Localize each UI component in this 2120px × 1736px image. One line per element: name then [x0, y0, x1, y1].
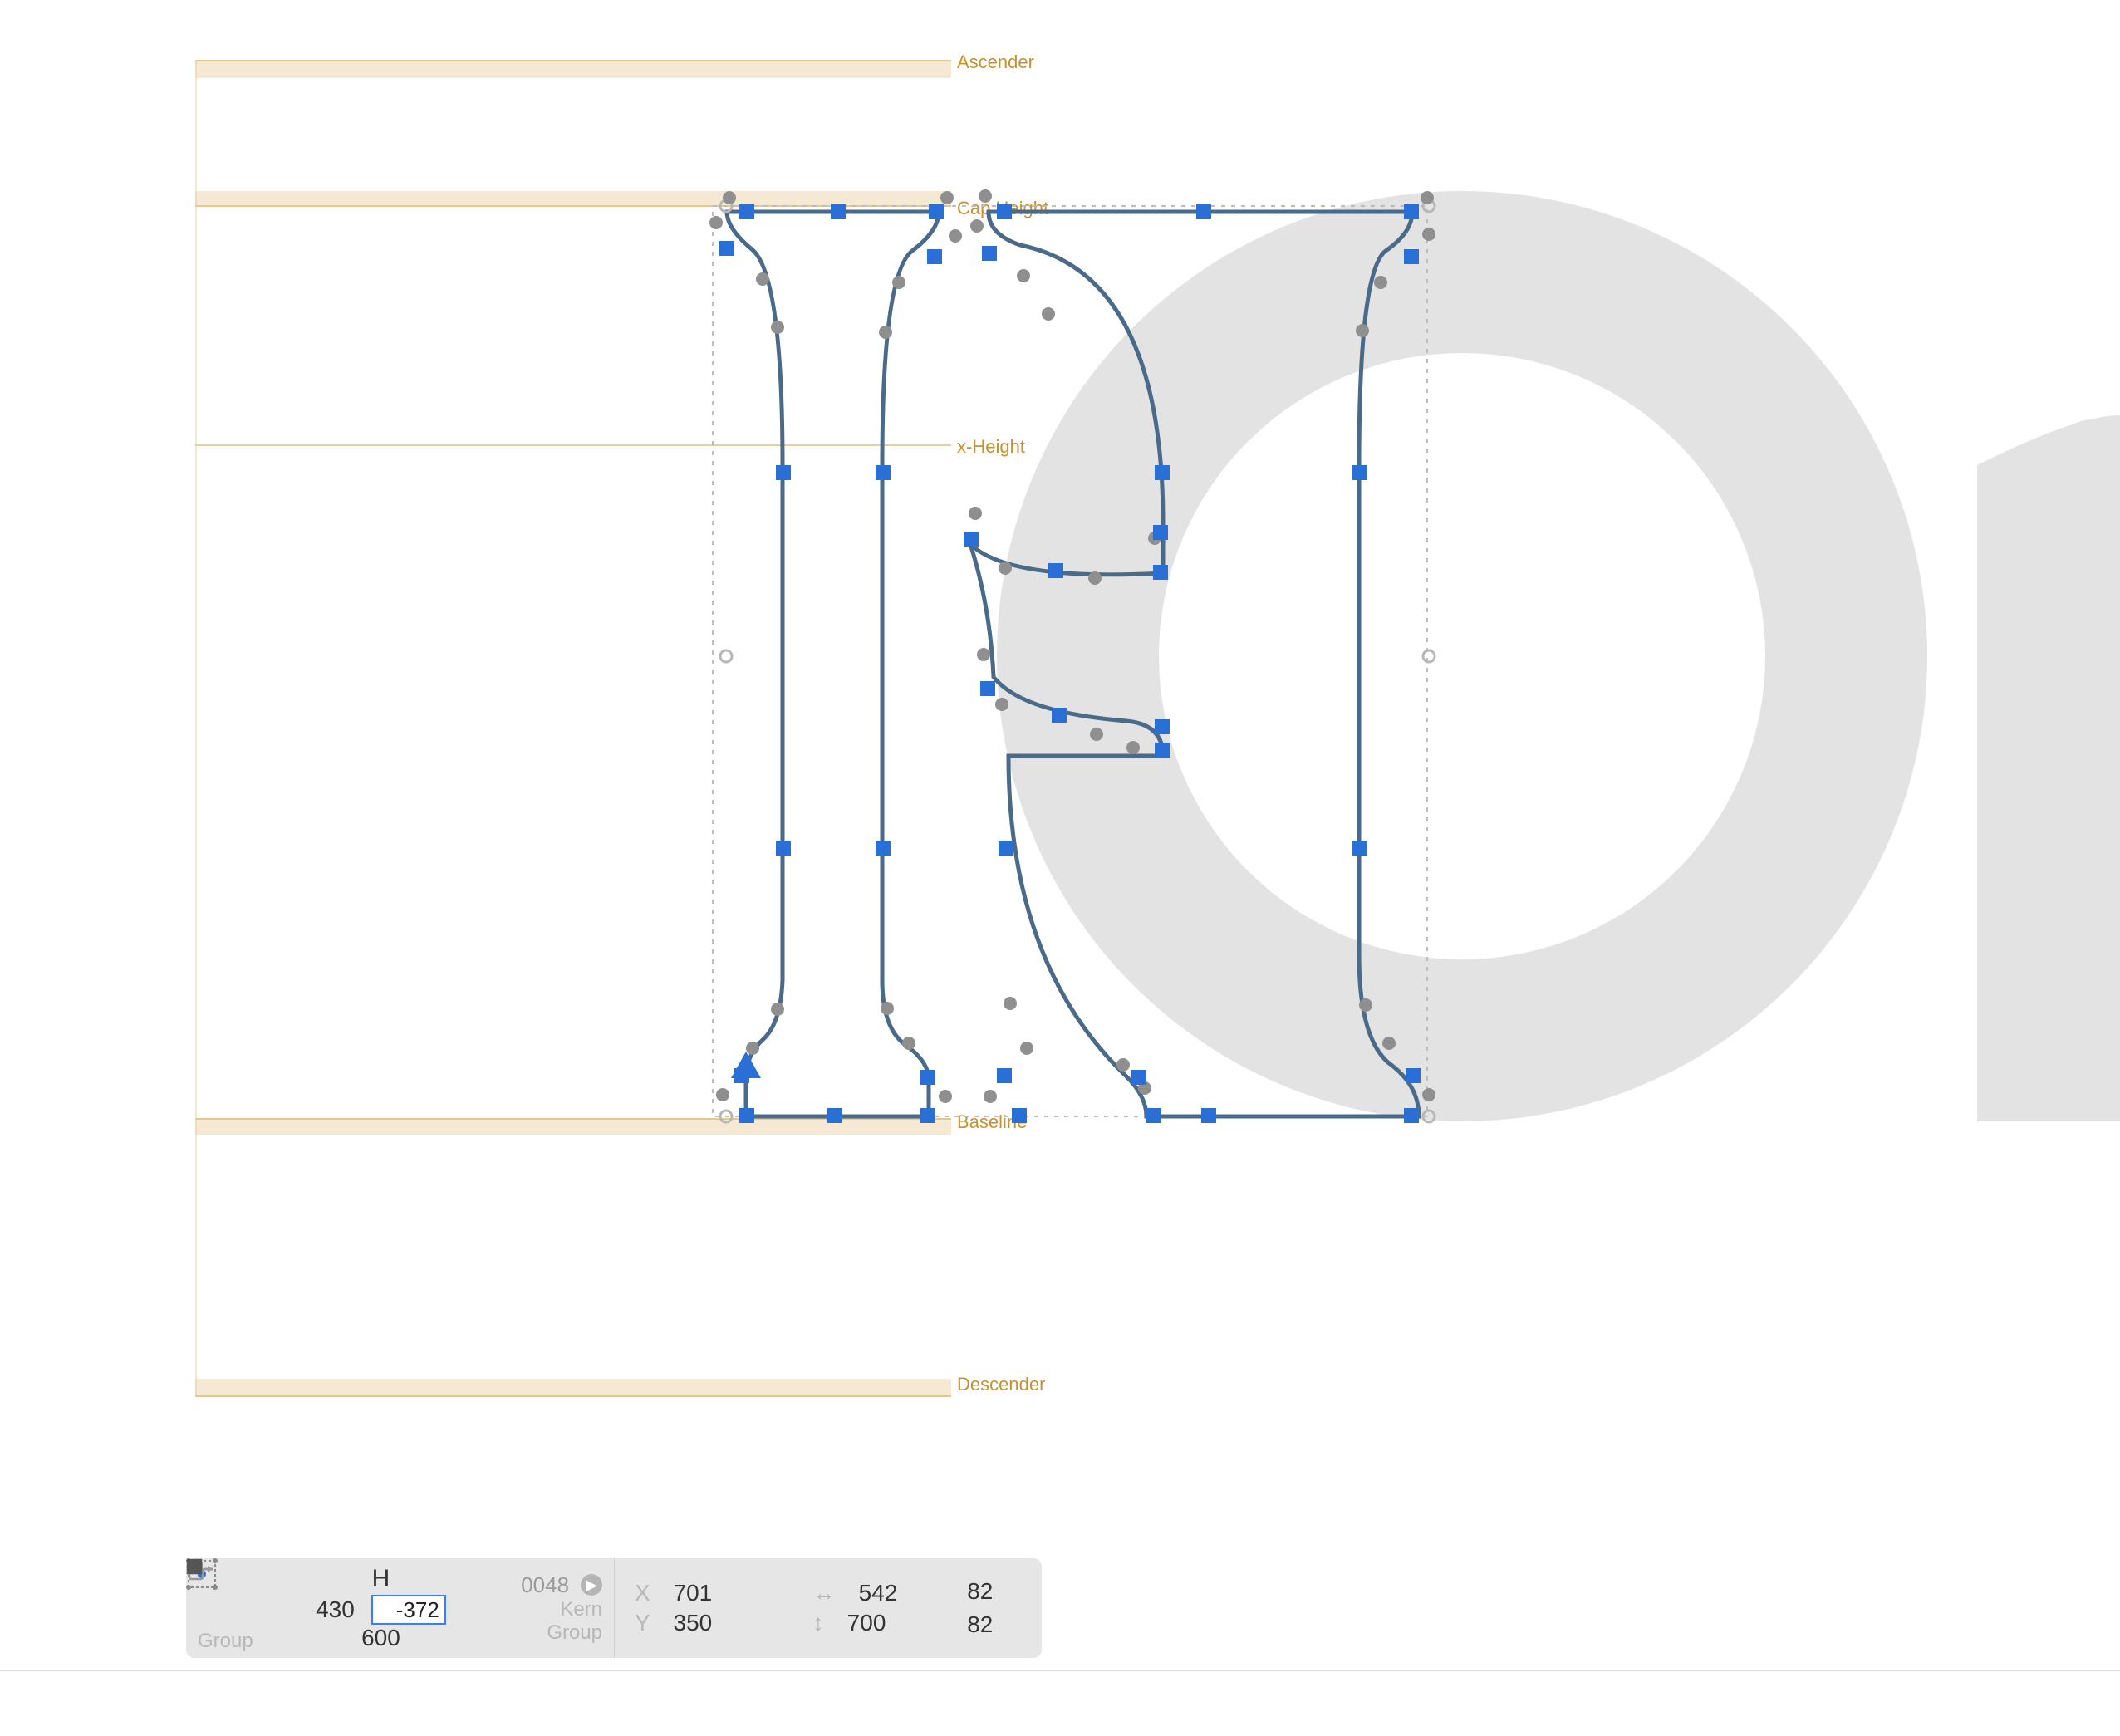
bottom-divider [0, 1670, 2120, 1671]
group-right-label: Group [547, 1621, 602, 1645]
open-node-count: 82 [967, 1578, 993, 1605]
filled-node-count: 82 [967, 1611, 993, 1638]
next-glyph-icon[interactable]: ▶ [581, 1574, 602, 1596]
unicode-value[interactable]: 0048 [521, 1572, 569, 1598]
group-left-label: Group [198, 1630, 253, 1653]
advance-width[interactable]: 600 [361, 1625, 400, 1651]
y-label: Y [635, 1610, 650, 1636]
lsb-value[interactable]: 430 [316, 1596, 355, 1623]
info-panel: Group H 430 600 0048 ▶ Kern Group [186, 1558, 1042, 1658]
x-value[interactable]: 701 [674, 1580, 713, 1606]
height-arrow-icon: ↕ [812, 1610, 824, 1636]
sel-height[interactable]: 700 [847, 1610, 886, 1636]
kern-label: Kern [560, 1598, 602, 1621]
left-stem[interactable] [727, 212, 939, 1116]
glyph-name[interactable]: H [372, 1565, 390, 1593]
neighbor-glyphs [997, 191, 2120, 1121]
y-value[interactable]: 350 [674, 1610, 713, 1636]
sel-width[interactable]: 542 [859, 1580, 898, 1606]
glyph-svg[interactable] [0, 0, 2120, 1736]
width-arrow-icon: ↔ [812, 1580, 836, 1606]
edit-canvas[interactable]: Ascender Cap Height x-Height Baseline De… [0, 0, 2120, 1736]
x-label: X [635, 1580, 650, 1606]
rsb-input[interactable] [371, 1595, 446, 1625]
